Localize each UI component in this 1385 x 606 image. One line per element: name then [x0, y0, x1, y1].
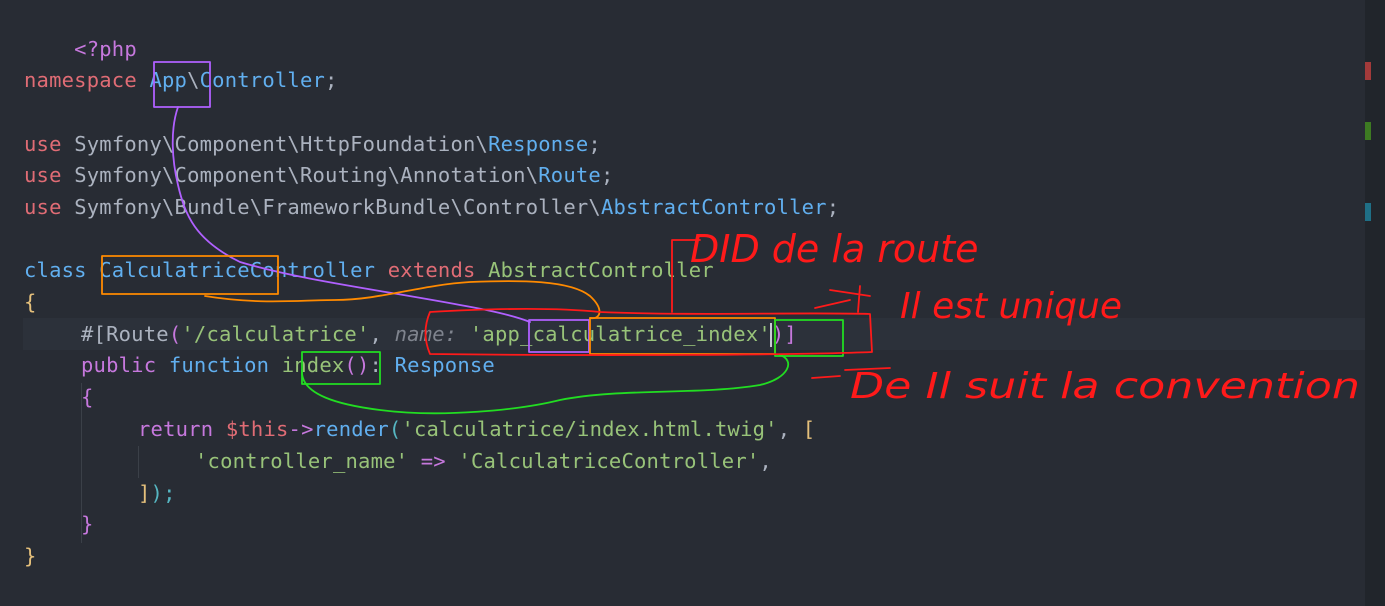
colon: : — [369, 353, 383, 377]
close-brace: } — [24, 544, 37, 568]
semicolon: ; — [826, 195, 840, 219]
this-variable: $this — [225, 417, 289, 441]
code-line: } — [81, 508, 94, 540]
code-line: 'controller_name' => 'CalculatriceContro… — [195, 445, 772, 477]
open-brace: { — [81, 385, 94, 409]
comma: , — [759, 449, 772, 473]
route-name: 'app_calculatrice_index' — [469, 322, 771, 346]
scrollbar-marker-modified — [1365, 203, 1371, 221]
open-paren: ( — [168, 322, 182, 346]
code-line: use Symfony\Bundle\FrameworkBundle\Contr… — [24, 191, 839, 223]
function-keyword: function — [168, 353, 270, 377]
return-keyword: return — [138, 417, 214, 441]
code-line: public function index(): Response — [81, 349, 495, 381]
namespace-app: App — [149, 68, 188, 92]
array-key: 'controller_name' — [195, 449, 409, 473]
php-open-tag: <?php — [74, 37, 137, 61]
template-path: 'calculatrice/index.html.twig' — [401, 417, 778, 441]
use-class: Route — [538, 163, 601, 187]
render-function: render — [313, 417, 389, 441]
code-line: <?php — [24, 1, 137, 61]
fat-arrow: => — [420, 449, 446, 473]
namespace-controller: Controller — [199, 68, 326, 92]
array-open: [ — [802, 417, 816, 441]
vertical-scrollbar[interactable] — [1365, 0, 1385, 606]
use-class: Response — [488, 132, 589, 156]
call-close: ); — [150, 481, 176, 505]
comma: , — [369, 322, 383, 346]
code-line: #[Route('/calculatrice', name: 'app_calc… — [81, 318, 797, 350]
code-line: { — [24, 286, 37, 318]
open-paren: ( — [388, 417, 402, 441]
code-line: } — [24, 540, 37, 572]
code-line: ]); — [138, 477, 176, 509]
use-keyword: use — [24, 132, 62, 156]
semicolon: ; — [325, 68, 338, 92]
use-path: Symfony\Bundle\FrameworkBundle\Controlle… — [74, 195, 601, 219]
use-path: Symfony\Component\HttpFoundation\ — [74, 132, 489, 156]
parent-class: AbstractController — [488, 258, 714, 282]
comma: , — [777, 417, 791, 441]
code-line: return $this->render('calculatrice/index… — [138, 413, 815, 445]
scrollbar-marker-error — [1365, 62, 1371, 80]
use-keyword: use — [24, 195, 62, 219]
extends-keyword: extends — [387, 258, 476, 282]
code-line: use Symfony\Component\Routing\Annotation… — [24, 159, 614, 191]
use-path: Symfony\Component\Routing\Annotation\ — [74, 163, 539, 187]
use-class: AbstractController — [600, 195, 827, 219]
arrow-operator: -> — [288, 417, 314, 441]
open-brace: { — [24, 290, 37, 314]
code-line: namespace App\Controller; — [24, 64, 338, 96]
method-name: index — [281, 353, 345, 377]
return-type: Response — [394, 353, 495, 377]
code-line: use Symfony\Component\HttpFoundation\Res… — [24, 128, 601, 160]
param-name: name: — [394, 322, 458, 346]
scrollbar-marker-added — [1365, 122, 1371, 140]
code-line: { — [81, 381, 94, 413]
namespace-keyword: namespace — [24, 68, 137, 92]
semicolon: ; — [588, 132, 601, 156]
code-line: class CalculatriceController extends Abs… — [24, 254, 714, 286]
array-value: 'CalculatriceController' — [458, 449, 760, 473]
attribute-name: Route — [106, 322, 169, 346]
use-keyword: use — [24, 163, 62, 187]
indent-guide — [138, 446, 139, 478]
parens: () — [344, 353, 370, 377]
attribute-end: )] — [771, 322, 797, 346]
semicolon: ; — [600, 163, 614, 187]
namespace-separator: \ — [187, 68, 200, 92]
attribute-start: #[ — [81, 322, 107, 346]
close-brace: } — [81, 512, 94, 536]
route-path: '/calculatrice' — [181, 322, 370, 346]
array-close: ] — [138, 481, 151, 505]
class-keyword: class — [24, 258, 87, 282]
code-editor[interactable]: <?php namespace App\Controller; use Symf… — [0, 0, 1365, 606]
class-name: CalculatriceController — [99, 258, 376, 282]
public-keyword: public — [81, 353, 157, 377]
